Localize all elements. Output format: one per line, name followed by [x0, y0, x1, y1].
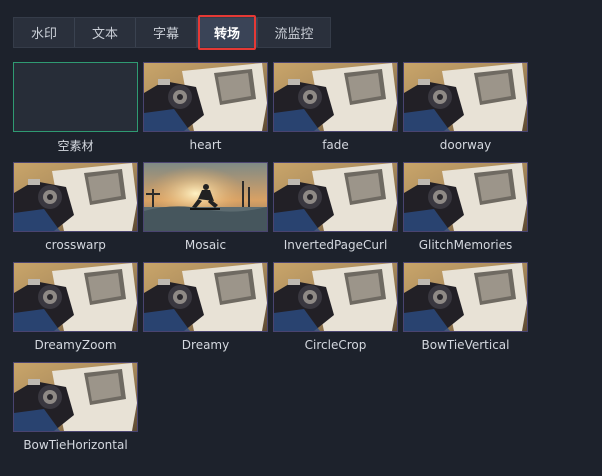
transition-label: Mosaic: [184, 238, 227, 252]
transition-item[interactable]: fade: [273, 62, 398, 158]
transition-thumbnail[interactable]: [143, 62, 268, 132]
transition-label: heart: [189, 138, 222, 152]
transition-item[interactable]: BowTieVertical: [403, 262, 528, 358]
camera-photo-thumbnail-icon: [274, 63, 397, 131]
transition-item[interactable]: Dreamy: [143, 262, 268, 358]
transition-thumbnail[interactable]: [13, 362, 138, 432]
transition-item[interactable]: InvertedPageCurl: [273, 162, 398, 258]
transition-thumbnail[interactable]: [13, 162, 138, 232]
camera-photo-thumbnail-icon: [14, 363, 137, 431]
camera-photo-thumbnail-icon: [144, 263, 267, 331]
transition-thumbnail[interactable]: [13, 262, 138, 332]
transition-thumbnail[interactable]: [273, 262, 398, 332]
transition-item[interactable]: DreamyZoom: [13, 262, 138, 358]
transition-label: DreamyZoom: [34, 338, 117, 352]
transition-label: doorway: [439, 138, 492, 152]
transition-item[interactable]: heart: [143, 62, 268, 158]
transition-label: BowTieVertical: [421, 338, 510, 352]
transition-thumbnail[interactable]: [143, 162, 268, 232]
transition-item[interactable]: 空素材: [13, 62, 138, 158]
transition-label: 空素材: [57, 138, 94, 153]
transition-thumbnail[interactable]: [143, 262, 268, 332]
transition-thumbnail[interactable]: [403, 162, 528, 232]
transition-grid: 空素材 heart fade doorway crosswarp Mosaic …: [13, 62, 528, 458]
camera-photo-thumbnail-icon: [404, 263, 527, 331]
transition-label: fade: [322, 138, 349, 152]
camera-photo-thumbnail-icon: [144, 63, 267, 131]
transition-thumbnail[interactable]: [273, 162, 398, 232]
transition-label: Dreamy: [181, 338, 230, 352]
camera-photo-thumbnail-icon: [14, 263, 137, 331]
camera-photo-thumbnail-icon: [274, 263, 397, 331]
transition-thumbnail[interactable]: [403, 262, 528, 332]
transition-thumbnail[interactable]: [403, 62, 528, 132]
transition-label: CircleCrop: [304, 338, 367, 352]
camera-photo-thumbnail-icon: [14, 163, 137, 231]
camera-photo-thumbnail-icon: [274, 163, 397, 231]
camera-photo-thumbnail-icon: [404, 63, 527, 131]
transition-item[interactable]: GlitchMemories: [403, 162, 528, 258]
transition-label: GlitchMemories: [418, 238, 513, 252]
skateboard-sunset-thumbnail-icon: [144, 163, 267, 231]
transition-thumbnail[interactable]: [273, 62, 398, 132]
transition-item[interactable]: Mosaic: [143, 162, 268, 258]
effects-tab-bar: 水印 文本 字幕 转场 流监控: [13, 15, 331, 50]
tab-text[interactable]: 文本: [75, 18, 136, 47]
transition-item[interactable]: CircleCrop: [273, 262, 398, 358]
tab-watermark[interactable]: 水印: [14, 18, 75, 47]
transition-label: crosswarp: [45, 238, 106, 252]
transition-label: BowTieHorizontal: [23, 438, 128, 452]
transition-label: InvertedPageCurl: [283, 238, 388, 252]
transition-thumbnail[interactable]: [13, 62, 138, 132]
tab-stream-monitor[interactable]: 流监控: [258, 18, 330, 47]
tab-subtitle[interactable]: 字幕: [136, 18, 197, 47]
transition-item[interactable]: crosswarp: [13, 162, 138, 258]
transition-item[interactable]: BowTieHorizontal: [13, 362, 138, 458]
camera-photo-thumbnail-icon: [404, 163, 527, 231]
tab-transition[interactable]: 转场: [197, 15, 258, 50]
transition-item[interactable]: doorway: [403, 62, 528, 158]
